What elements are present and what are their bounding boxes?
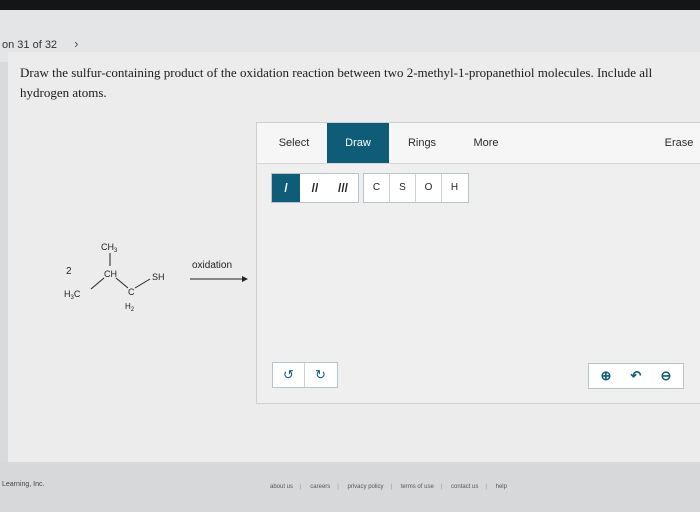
atom-s-button[interactable]: S bbox=[390, 174, 416, 202]
atom-o-button[interactable]: O bbox=[416, 174, 442, 202]
tab-select[interactable]: Select bbox=[263, 123, 325, 163]
tab-more[interactable]: More bbox=[455, 123, 517, 163]
tab-erase[interactable]: Erase bbox=[657, 123, 700, 163]
atom-tools: C S O H bbox=[363, 173, 469, 203]
question-text: Draw the sulfur-containing product of th… bbox=[20, 65, 653, 100]
footer-link[interactable]: terms of use bbox=[401, 484, 434, 490]
bond-tools: / // /// bbox=[271, 173, 359, 203]
question-navigation: on 31 of 32 › bbox=[2, 36, 78, 51]
double-bond-button[interactable]: // bbox=[301, 174, 329, 202]
footer-brand: Learning, Inc. bbox=[2, 481, 45, 488]
question-counter: on 31 of 32 bbox=[2, 39, 58, 51]
tab-draw[interactable]: Draw bbox=[327, 123, 389, 163]
atom-c-button[interactable]: C bbox=[364, 174, 390, 202]
zoom-controls: ⊕ ↶ ⊖ bbox=[588, 363, 684, 389]
h3c-label: H3C bbox=[64, 289, 81, 301]
footer-links: about us | careers | privacy policy | terms… bbox=[270, 484, 507, 490]
single-bond-button[interactable]: / bbox=[272, 174, 300, 202]
undo-redo-controls: ↺ ↻ bbox=[272, 362, 338, 388]
reactant-structure: 2 CH3 CH H3C C H2 SH oxidation bbox=[60, 236, 260, 320]
c-label: C bbox=[128, 287, 135, 297]
atom-h-button[interactable]: H bbox=[442, 174, 467, 202]
footer-link[interactable]: privacy policy bbox=[348, 484, 384, 490]
reset-view-icon[interactable]: ↶ bbox=[621, 364, 651, 388]
chevron-right-icon[interactable]: › bbox=[74, 36, 78, 51]
footer-link[interactable]: help bbox=[496, 484, 507, 490]
footer-link[interactable]: contact us bbox=[451, 484, 478, 490]
ch3-label: CH3 bbox=[101, 242, 118, 254]
editor-toolbar: Select Draw Rings More Erase bbox=[257, 123, 700, 164]
zoom-in-icon[interactable]: ⊕ bbox=[591, 364, 621, 388]
arrow-label: oxidation bbox=[192, 260, 232, 271]
top-bar bbox=[0, 0, 700, 10]
redo-icon[interactable]: ↻ bbox=[305, 363, 336, 387]
triple-bond-button[interactable]: /// bbox=[329, 174, 357, 202]
ch-label: CH bbox=[104, 269, 117, 279]
coefficient: 2 bbox=[66, 266, 72, 277]
footer-link[interactable]: about us bbox=[270, 484, 293, 490]
zoom-out-icon[interactable]: ⊖ bbox=[651, 364, 681, 388]
sh-label: SH bbox=[152, 272, 165, 282]
footer-link[interactable]: careers bbox=[310, 484, 330, 490]
undo-icon[interactable]: ↺ bbox=[273, 363, 305, 387]
h2-label: H2 bbox=[125, 302, 135, 313]
arrow-head bbox=[242, 276, 248, 282]
tab-rings[interactable]: Rings bbox=[391, 123, 453, 163]
